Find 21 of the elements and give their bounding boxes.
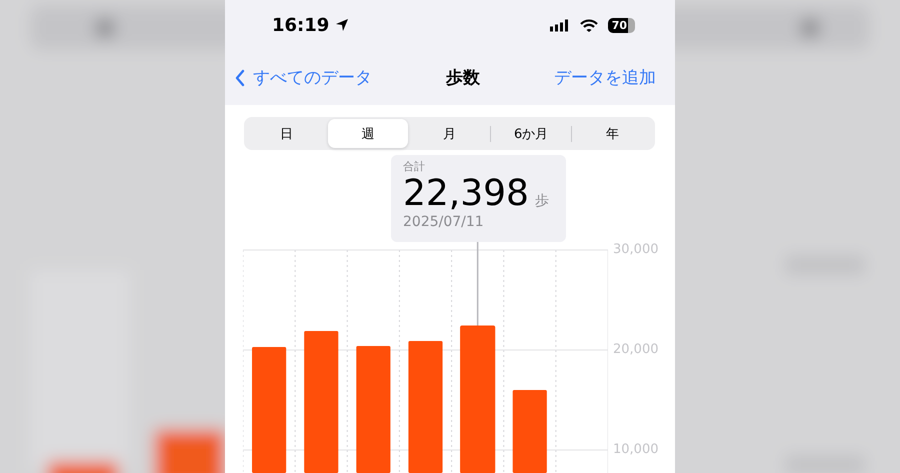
tooltip-value: 22,398 xyxy=(403,174,529,214)
period-tab[interactable]: 日 xyxy=(246,119,327,148)
battery-indicator: 70 xyxy=(608,18,635,32)
status-time: 16:19 xyxy=(272,14,330,36)
back-link[interactable]: すべてのデータ xyxy=(235,66,372,89)
signal-icon xyxy=(550,18,570,32)
location-arrow-icon xyxy=(335,18,350,32)
axis-tick-label: 30,000 xyxy=(613,241,658,259)
tooltip-label: 合計 xyxy=(403,159,425,174)
chevron-left-icon xyxy=(235,68,245,86)
wifi-icon xyxy=(580,18,598,32)
tooltip-unit: 歩 xyxy=(534,192,549,210)
tooltip-date: 2025/07/11 xyxy=(403,214,484,230)
page-title: 歩数 xyxy=(446,67,480,89)
period-tab[interactable]: 週 xyxy=(328,119,408,148)
period-tab[interactable]: 月 xyxy=(409,119,490,148)
axis-tick-label: 10,000 xyxy=(613,441,658,459)
axis-tick-label: 20,000 xyxy=(613,341,658,359)
period-tab[interactable]: 年 xyxy=(572,119,653,148)
period-tab[interactable]: 6か月 xyxy=(490,119,572,148)
add-data-link[interactable]: データを追加 xyxy=(554,66,656,89)
